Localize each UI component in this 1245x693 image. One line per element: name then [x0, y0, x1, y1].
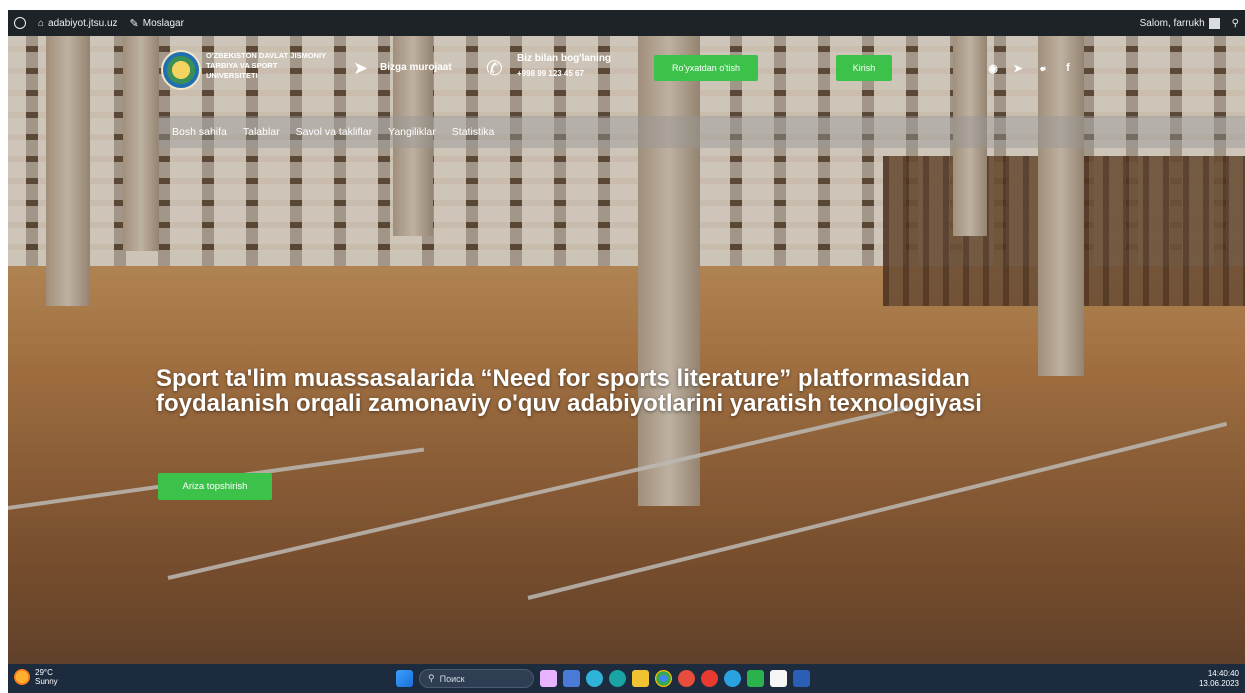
clock-date: 13.06.2023 [1198, 679, 1239, 688]
search-icon: ⚲ [428, 673, 435, 683]
avatar [1208, 17, 1220, 29]
search-icon: ⚲ [1231, 17, 1239, 29]
store-icon[interactable] [609, 670, 626, 687]
opera-icon[interactable] [701, 670, 718, 687]
search-placeholder: Поиск [439, 673, 465, 684]
notes-icon[interactable] [770, 670, 787, 687]
customize-icon: ✎ [129, 17, 139, 30]
weather-widget[interactable]: 29°C Sunny [14, 668, 58, 686]
university-name[interactable]: O'ZBEKISTON DAVLAT JISMONIY TARBIYA VA S… [206, 51, 326, 81]
send-icon: ➤ [353, 58, 369, 78]
wordpress-logo[interactable] [8, 10, 32, 36]
word-icon[interactable] [793, 670, 810, 687]
system-clock[interactable]: 14:40:40 13.06.2023 [1199, 669, 1239, 689]
taskbar-search[interactable]: ⚲ Поиск [419, 669, 534, 688]
telegram-icon[interactable] [724, 670, 741, 687]
telegram-icon[interactable]: ➤ [1011, 62, 1025, 75]
home-icon: ⌂ [38, 17, 45, 29]
windows-start-icon[interactable] [396, 670, 413, 687]
nav-news[interactable]: Yangiliklar [380, 126, 444, 138]
hero-section: O'ZBEKISTON DAVLAT JISMONIY TARBIYA VA S… [8, 36, 1245, 664]
site-name-link[interactable]: ⌂ adabiyot.jtsu.uz [32, 10, 124, 36]
admin-search[interactable]: ⚲ [1226, 10, 1245, 36]
login-button[interactable]: Kirish [836, 55, 892, 81]
register-button[interactable]: Ro'yxatdan o'tish [654, 55, 758, 81]
chrome-icon[interactable] [655, 670, 672, 687]
temperature: 29°C [35, 668, 53, 677]
facebook-icon[interactable]: f [1061, 62, 1075, 74]
edge-icon[interactable] [586, 670, 603, 687]
file-explorer-icon[interactable] [563, 670, 580, 687]
weather-sun-icon [14, 669, 30, 685]
phone-number[interactable]: +998 99 123 45 67 [517, 69, 584, 78]
instagram-icon[interactable]: ◉ [986, 62, 1000, 75]
task-view-icon[interactable] [540, 670, 557, 687]
weather-text: Sunny [35, 677, 58, 686]
customize-link[interactable]: ✎ Moslagar [124, 10, 190, 36]
apply-button[interactable]: Ariza topshirish [158, 473, 272, 500]
main-nav: Bosh sahifa Talablar Savol va takliflar … [158, 116, 1245, 148]
nav-statistics[interactable]: Statistika [444, 126, 503, 138]
clock-time: 14:40:40 [1207, 669, 1239, 678]
folder-icon[interactable] [632, 670, 649, 687]
customize-label: Moslagar [142, 17, 184, 29]
twitter-icon[interactable]: 𝓿 [1036, 62, 1050, 75]
nav-home[interactable]: Bosh sahifa [158, 126, 235, 138]
contact-link[interactable]: Bizga murojaat [380, 62, 452, 73]
admin-bar: ⌂ adabiyot.jtsu.uz ✎ Moslagar Salom, far… [8, 10, 1245, 36]
nav-requirements[interactable]: Talablar [235, 126, 288, 138]
taskbar: 29°C Sunny ⚲ Поиск 14:40:40 13.06.2023 [8, 664, 1245, 693]
phone-icon: ✆ [486, 58, 503, 80]
nav-questions[interactable]: Savol va takliflar [288, 126, 380, 138]
greeting: Salom, farrukh [1139, 17, 1205, 29]
university-logo[interactable] [161, 50, 201, 90]
my-account[interactable]: Salom, farrukh [1134, 10, 1226, 36]
wordpress-icon [14, 17, 26, 29]
screen: ⌂ adabiyot.jtsu.uz ✎ Moslagar Salom, far… [0, 0, 1245, 693]
site-name: adabiyot.jtsu.uz [48, 17, 118, 29]
yandex-icon[interactable] [678, 670, 695, 687]
green-app-icon[interactable] [747, 670, 764, 687]
phone-label: Biz bilan bog'laning [517, 53, 612, 64]
hero-title: Sport ta'lim muassasalarida “Need for sp… [156, 365, 982, 417]
